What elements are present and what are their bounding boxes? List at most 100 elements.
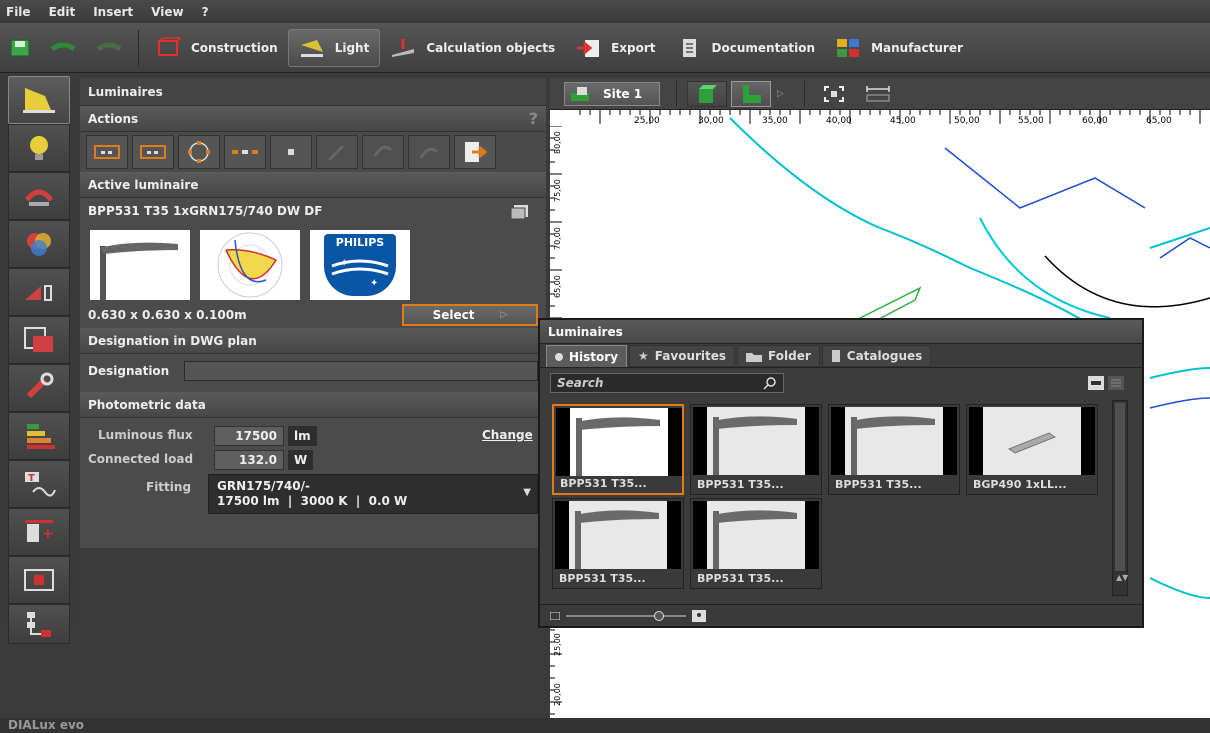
search-input[interactable]: Search: [550, 373, 784, 393]
change-link[interactable]: Change: [482, 428, 533, 442]
line-arrangement-button[interactable]: [224, 135, 266, 169]
scrollbar-thumb[interactable]: [1115, 403, 1125, 571]
active-luminaire-header: Active luminaire: [80, 172, 546, 198]
menu-file[interactable]: File: [6, 5, 31, 19]
plan-view-button[interactable]: [731, 80, 771, 107]
energy-tool[interactable]: [8, 412, 70, 460]
tab-documentation[interactable]: Documentation: [666, 29, 826, 67]
luminaire-tile[interactable]: BPP531 T35...: [828, 404, 960, 495]
line-arrangement-icon: [232, 150, 258, 154]
scroll-arrows-icon[interactable]: ▲▼: [1116, 573, 1128, 582]
lamp-tool[interactable]: [8, 124, 70, 172]
tab-folder[interactable]: Folder: [737, 345, 820, 367]
thumbnail-size-slider[interactable]: [566, 610, 686, 621]
single-luminaire-button[interactable]: [86, 135, 128, 169]
3d-view-button[interactable]: [687, 80, 727, 107]
select-label: Select: [432, 308, 475, 322]
save-button[interactable]: [0, 29, 40, 67]
tab-light[interactable]: Light: [287, 28, 381, 67]
view-expand-icon[interactable]: ▷: [777, 89, 784, 99]
insert-object-tool[interactable]: +: [8, 508, 70, 556]
tab-history-label: History: [569, 349, 619, 364]
redo-button[interactable]: [86, 29, 132, 67]
slider-handle[interactable]: [654, 610, 664, 621]
cutout-tool[interactable]: [8, 556, 70, 604]
luminaires-tool[interactable]: [8, 76, 70, 124]
menu-edit[interactable]: Edit: [49, 5, 76, 19]
field-arrangement-icon: [140, 145, 166, 159]
popup-title: Luminaires: [540, 320, 1142, 344]
circular-arrangement-button[interactable]: [178, 135, 220, 169]
flux-input[interactable]: 17500: [214, 426, 284, 446]
pole-lamp-icon: [693, 501, 819, 569]
luminaire-tile[interactable]: BPP531 T35...: [552, 498, 684, 589]
site-selector[interactable]: Site 1: [564, 81, 660, 106]
luminaire-photo[interactable]: [90, 230, 190, 300]
cube-icon: [699, 84, 717, 103]
rotate-button[interactable]: [362, 135, 404, 169]
field-arrangement-button[interactable]: [132, 135, 174, 169]
menu-help[interactable]: ?: [202, 5, 209, 19]
replace-button[interactable]: [454, 135, 496, 169]
tab-export[interactable]: Export: [565, 29, 665, 67]
datasheet-icon[interactable]: [510, 204, 530, 220]
menu-view[interactable]: View: [151, 5, 183, 19]
tab-catalogues[interactable]: Catalogues: [821, 345, 932, 367]
grid-view-icon[interactable]: [1108, 376, 1124, 390]
luminaire-tile[interactable]: BGP490 1xLL...: [966, 404, 1098, 495]
bulb-icon: [30, 136, 48, 160]
tab-calculation-objects[interactable]: Calculation objects: [380, 29, 565, 67]
ribbon-separator: [138, 29, 139, 66]
toolbar-separator: [676, 80, 677, 107]
arrangement-tool[interactable]: [8, 172, 70, 220]
luminaire-grid: BPP531 T35... BPP531 T35... BPP531 T35..…: [548, 400, 1114, 600]
active-luminaire-section: BPP531 T35 1xGRN175/740 DW DF PHILIPS ✦ ✦…: [80, 198, 546, 328]
popup-scrollbar[interactable]: ▲▼: [1112, 400, 1128, 596]
list-view-icon[interactable]: [1088, 376, 1104, 390]
tab-manufacturer[interactable]: Manufacturer: [825, 29, 973, 67]
tools-tool[interactable]: [8, 364, 70, 412]
load-unit: W: [288, 450, 314, 470]
light-scenes-tool[interactable]: [8, 220, 70, 268]
status-bar: DIALux evo: [0, 718, 1210, 733]
point-button[interactable]: [270, 135, 312, 169]
align-button[interactable]: [408, 135, 450, 169]
zoom-extents-icon[interactable]: [823, 85, 845, 103]
light-distribution-tool[interactable]: [8, 268, 70, 316]
tab-history[interactable]: History: [546, 345, 628, 367]
ruler-y-label: 25,00: [553, 633, 562, 656]
measure-icon[interactable]: [865, 85, 891, 103]
search-placeholder: Search: [557, 376, 604, 390]
control-groups-tool[interactable]: [8, 316, 70, 364]
luminaire-tile[interactable]: BPP531 T35...: [552, 404, 684, 495]
menu-insert[interactable]: Insert: [93, 5, 133, 19]
flux-unit: lm: [288, 426, 317, 446]
undo-button[interactable]: [40, 29, 86, 67]
load-input[interactable]: 132.0: [214, 450, 284, 470]
designation-input[interactable]: [184, 361, 538, 381]
fitting-select[interactable]: GRN175/740/- 17500 lm | 3000 K | 0.0 W ▼: [208, 474, 538, 514]
light-distribution-diagram[interactable]: [200, 230, 300, 300]
ruler-x-label: 50,00: [954, 116, 980, 126]
manufacturer-icon: [837, 38, 860, 57]
tab-favourites[interactable]: ★ Favourites: [629, 345, 736, 367]
tab-favourites-label: Favourites: [654, 349, 727, 363]
actions-title: Actions: [88, 111, 139, 126]
tab-construction[interactable]: Construction: [145, 29, 288, 67]
text-symbol-tool[interactable]: T: [8, 460, 70, 508]
hierarchy-icon: [27, 612, 51, 637]
designation-header: Designation in DWG plan: [80, 328, 546, 354]
luminaire-tile[interactable]: BPP531 T35...: [690, 404, 822, 495]
luminaire-thumbnail: [693, 501, 819, 569]
luminaire-tile-label: BPP531 T35...: [697, 478, 784, 491]
search-icon[interactable]: [763, 376, 777, 390]
pole-lamp-icon: [556, 408, 682, 476]
tab-construction-label: Construction: [191, 40, 278, 55]
ruler-x-label: 40,00: [826, 116, 852, 126]
hierarchy-tool[interactable]: [8, 604, 70, 644]
luminaire-tile[interactable]: BPP531 T35...: [690, 498, 822, 589]
select-button[interactable]: Select ▷: [402, 304, 538, 326]
manufacturer-logo: PHILIPS ✦ ✦: [310, 230, 410, 300]
help-icon[interactable]: ?: [529, 109, 538, 128]
wand-button[interactable]: [316, 135, 358, 169]
